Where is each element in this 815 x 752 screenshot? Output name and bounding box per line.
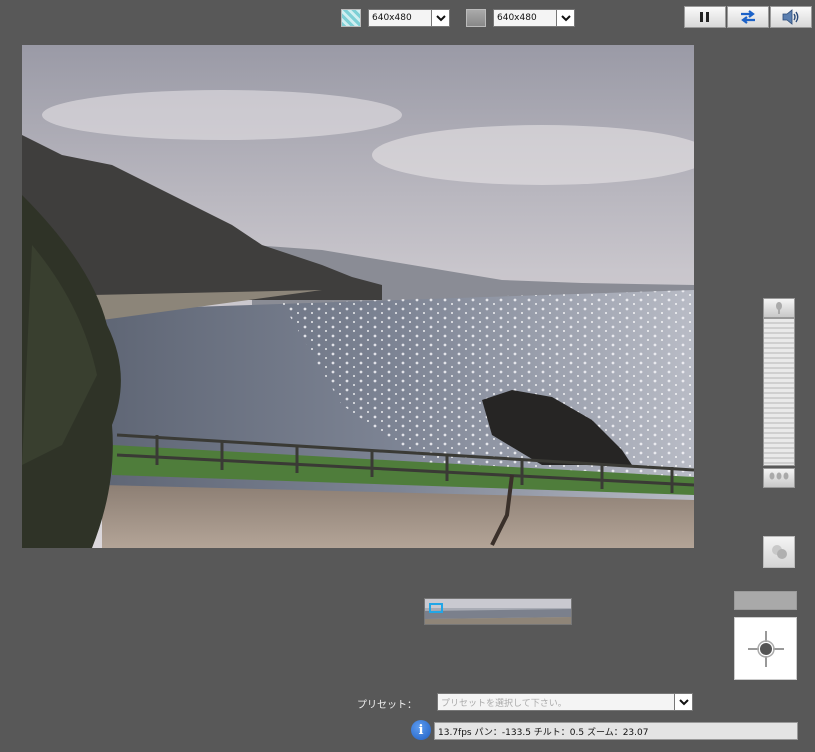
mono-resolution-select[interactable]: 640x480 [493, 9, 575, 27]
zoom-wide-icon [769, 472, 789, 480]
chevron-down-icon[interactable] [674, 694, 692, 710]
preset-label: プリセット： [357, 700, 417, 711]
color-mode-icon[interactable] [341, 9, 361, 27]
speaker-icon [782, 9, 799, 25]
flower-focus-icon [772, 545, 787, 559]
panorama-thumbnail[interactable] [424, 598, 572, 625]
focus-button[interactable] [763, 536, 795, 568]
zoom-slider-track[interactable] [763, 318, 795, 466]
swap-arrows-icon [741, 10, 755, 24]
pause-icon [700, 12, 709, 22]
preset-placeholder: プリセットを選択して下さい。 [441, 698, 567, 709]
color-resolution-value: 640x480 [372, 13, 412, 23]
status-text: 13.7fps パン：-133.5 チルト：0.5 ズーム：23.07 [438, 727, 649, 738]
audio-button[interactable] [770, 6, 812, 28]
panorama-view-marker[interactable] [429, 603, 443, 613]
color-resolution-select[interactable]: 640x480 [368, 9, 450, 27]
zoom-out-button[interactable] [763, 468, 795, 488]
crosshair-icon [747, 630, 784, 667]
zoom-in-button[interactable] [763, 298, 795, 318]
camera-view[interactable] [22, 45, 694, 548]
mono-mode-icon[interactable] [466, 9, 486, 27]
camera-image [22, 45, 694, 548]
chevron-down-icon[interactable] [556, 10, 574, 26]
info-icon: i [411, 720, 431, 740]
status-bar: 13.7fps パン：-133.5 チルト：0.5 ズーム：23.07 [434, 722, 798, 740]
pause-button[interactable] [684, 6, 726, 28]
switch-button[interactable] [727, 6, 769, 28]
preset-select[interactable]: プリセットを選択して下さい。 [437, 693, 693, 711]
chevron-down-icon[interactable] [431, 10, 449, 26]
mono-resolution-value: 640x480 [497, 13, 537, 23]
zoom-tele-icon [776, 302, 782, 314]
pan-tilt-pad[interactable] [734, 617, 797, 680]
preset-save-bar[interactable] [734, 591, 797, 610]
